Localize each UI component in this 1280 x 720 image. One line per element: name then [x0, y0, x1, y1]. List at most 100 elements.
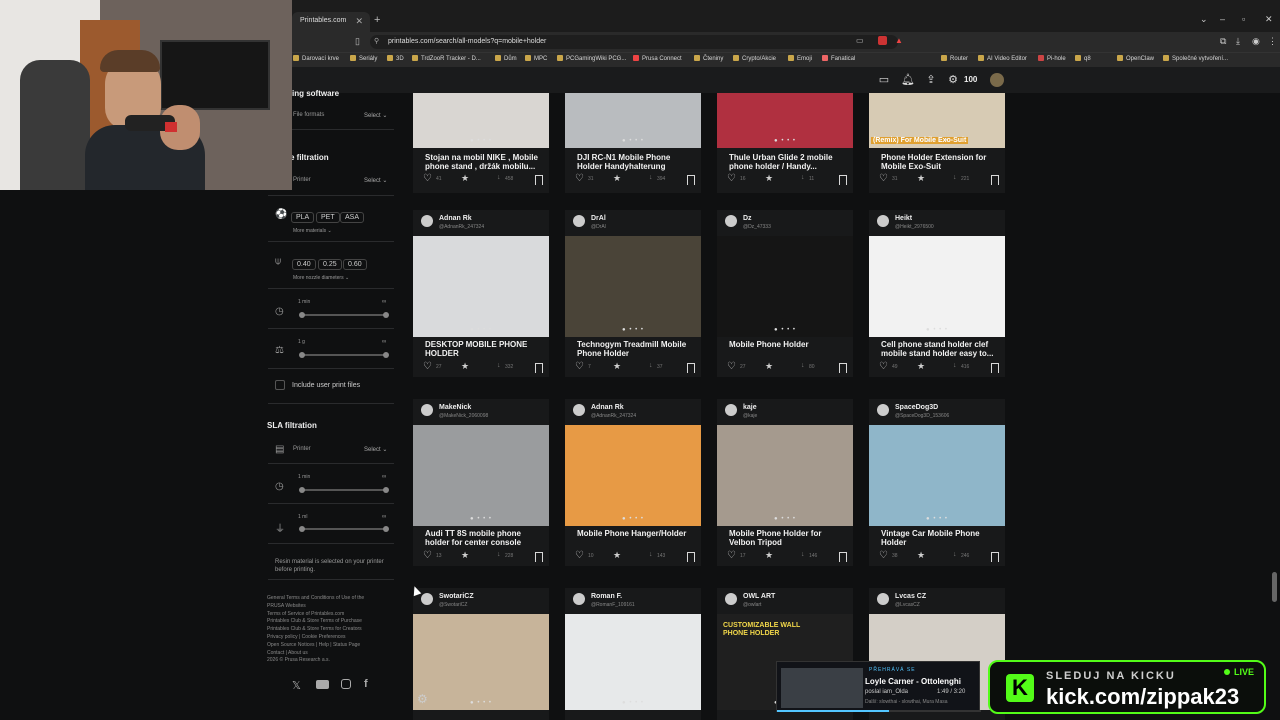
model-title[interactable]: Audi TT 8S mobile phone holder for cente… [425, 529, 545, 547]
model-thumbnail[interactable]: ● • • • [413, 614, 549, 710]
carousel-dots[interactable]: ● • • • [565, 327, 701, 333]
video-thumbnail [781, 668, 863, 708]
carousel-dots[interactable]: ● • • • [565, 700, 701, 706]
download-count: 37 [657, 364, 663, 370]
model-card[interactable]: Heikt @Heikt_2976500 ● • • • Cell phone sta… [869, 210, 1005, 377]
like-icon[interactable]: ♡ [423, 550, 432, 561]
author-handle: @LvcasCZ [895, 602, 920, 608]
model-title[interactable]: Mobile Phone Holder [729, 340, 849, 349]
author-name: Dz [743, 215, 752, 222]
model-title[interactable]: DJI RC-N1 Mobile Phone Holder Handyhalte… [577, 153, 697, 171]
like-icon[interactable]: ♡ [423, 361, 432, 372]
bookmark-icon[interactable] [839, 175, 847, 188]
model-title[interactable]: Technogym Treadmill Mobile Phone Holder [577, 340, 697, 358]
model-title[interactable]: Phone Holder Extension for Mobile Exo-Su… [881, 153, 1001, 171]
kick-url: kick.com/zippak23 [1046, 684, 1240, 709]
carousel-dots[interactable]: ● • • • [413, 138, 549, 144]
model-thumbnail[interactable]: ● • • • [565, 93, 701, 148]
model-thumbnail[interactable]: ● • • • [869, 425, 1005, 526]
bookmark-icon[interactable] [991, 175, 999, 188]
model-thumbnail[interactable]: ● • • • [413, 425, 549, 526]
like-icon[interactable]: ♡ [879, 550, 888, 561]
bookmark-icon[interactable] [535, 552, 543, 565]
bookmark-icon[interactable] [839, 363, 847, 376]
model-thumbnail[interactable]: ● • • • [717, 93, 853, 148]
like-icon[interactable]: ♡ [575, 173, 584, 184]
live-label: LIVE [1234, 667, 1255, 677]
settings-gear-icon[interactable]: ⚙ [417, 692, 428, 706]
like-count: 16 [740, 176, 746, 182]
model-title[interactable]: Mobile Phone Hanger/Holder [577, 529, 697, 538]
author-avatar [573, 404, 585, 416]
model-title[interactable]: DESKTOP MOBILE PHONE HOLDER [425, 340, 545, 358]
author-handle: @Heikt_2976500 [895, 224, 934, 230]
model-thumbnail[interactable]: ● • • • [565, 425, 701, 526]
model-thumbnail[interactable]: ● • • • [717, 236, 853, 337]
bookmark-icon[interactable] [535, 175, 543, 188]
like-icon[interactable]: ♡ [423, 173, 432, 184]
bookmark-icon[interactable] [991, 552, 999, 565]
like-icon[interactable]: ♡ [879, 361, 888, 372]
author-name: kaje [743, 404, 757, 411]
model-title[interactable]: Mobile Phone Holder for Velbon Tripod [729, 529, 849, 547]
bookmark-icon[interactable] [687, 175, 695, 188]
like-icon[interactable]: ♡ [575, 550, 584, 561]
model-title[interactable]: Stojan na mobil NIKE , Mobile phone stan… [425, 153, 545, 171]
download-count: 458 [505, 176, 514, 182]
model-card[interactable]: Roman F. @RomanF_109161 ● • • • [565, 588, 701, 720]
model-card[interactable]: ● • • • Stojan na mobil NIKE , Mobile pho… [413, 93, 549, 193]
bookmark-icon[interactable] [839, 552, 847, 565]
model-card[interactable]: Adnan Rk @AdnanRk_247324 ● • • • Mobile Pho… [565, 399, 701, 566]
model-thumbnail[interactable]: ● • • • [869, 236, 1005, 337]
model-thumbnail[interactable]: ● • • • [565, 236, 701, 337]
model-thumbnail[interactable]: ● • • • [413, 236, 549, 337]
download-count: 246 [961, 553, 970, 559]
like-icon[interactable]: ♡ [727, 173, 736, 184]
model-card[interactable]: ● • • • DJI RC-N1 Mobile Phone Holder Han… [565, 93, 701, 193]
model-card[interactable]: SwotariCZ @SwotariCZ ● • • • [413, 588, 549, 720]
model-title[interactable]: Thule Urban Glide 2 mobile phone holder … [729, 153, 849, 171]
author-name: Roman F. [591, 593, 623, 600]
carousel-dots[interactable]: ● • • • [717, 327, 853, 333]
model-stats: ♡ 7 ★ ↓ 37 [575, 361, 695, 374]
author-avatar [725, 404, 737, 416]
model-card[interactable]: SpaceDog3D @SpaceDog3D_153606 ● • • • Vinta… [869, 399, 1005, 566]
carousel-dots[interactable]: ● • • • [565, 138, 701, 144]
like-icon[interactable]: ♡ [879, 173, 888, 184]
model-thumbnail[interactable]: ● • • • [717, 425, 853, 526]
song-time: 1:49 / 3:20 [937, 689, 966, 695]
model-thumbnail[interactable]: ● • • • [565, 614, 701, 710]
model-card[interactable]: (Remix) For Mobile Exo-Suit ● • • • Phone … [869, 93, 1005, 193]
model-thumbnail[interactable]: (Remix) For Mobile Exo-Suit ● • • • [869, 93, 1005, 148]
carousel-dots[interactable]: ● • • • [869, 516, 1005, 522]
carousel-dots[interactable]: ● • • • [413, 327, 549, 333]
model-card[interactable]: Dz @Dz_47333 ● • • • Mobile Phone Holder ♡ 27… [717, 210, 853, 377]
carousel-dots[interactable]: ● • • • [717, 516, 853, 522]
carousel-dots[interactable]: ● • • • [717, 138, 853, 144]
bookmark-icon[interactable] [991, 363, 999, 376]
carousel-dots[interactable]: ● • • • [869, 138, 1005, 144]
model-card[interactable]: kaje @kaje ● • • • Mobile Phone Holder for … [717, 399, 853, 566]
carousel-dots[interactable]: ● • • • [869, 327, 1005, 333]
model-card[interactable]: ● • • • Thule Urban Glide 2 mobile phone … [717, 93, 853, 193]
author-handle: @Dz_47333 [743, 224, 771, 230]
model-card[interactable]: DrAl @DrAl ● • • • Technogym Treadmill Mobi… [565, 210, 701, 377]
model-title[interactable]: Cell phone stand holder clef mobile stan… [881, 340, 1001, 358]
author-avatar [725, 593, 737, 605]
like-icon[interactable]: ♡ [575, 361, 584, 372]
bookmark-icon[interactable] [687, 552, 695, 565]
model-thumbnail[interactable]: ● • • • [413, 93, 549, 148]
page-scrollbar[interactable] [1272, 572, 1277, 602]
carousel-dots[interactable]: ● • • • [413, 516, 549, 522]
rating-icon: ★ [917, 361, 926, 371]
bookmark-icon[interactable] [687, 363, 695, 376]
like-icon[interactable]: ♡ [727, 361, 736, 372]
carousel-dots[interactable]: ● • • • [565, 516, 701, 522]
model-card[interactable]: MakeNick @MakeNick_2060098 ● • • • Audi TT … [413, 399, 549, 566]
carousel-dots[interactable]: ● • • • [413, 700, 549, 706]
model-title[interactable]: Vintage Car Mobile Phone Holder [881, 529, 1001, 547]
bookmark-icon[interactable] [535, 363, 543, 376]
like-icon[interactable]: ♡ [727, 550, 736, 561]
model-card[interactable]: Adnan Rk @AdnanRk_247324 ● • • • DESKTOP MO… [413, 210, 549, 377]
like-count: 49 [892, 364, 898, 370]
